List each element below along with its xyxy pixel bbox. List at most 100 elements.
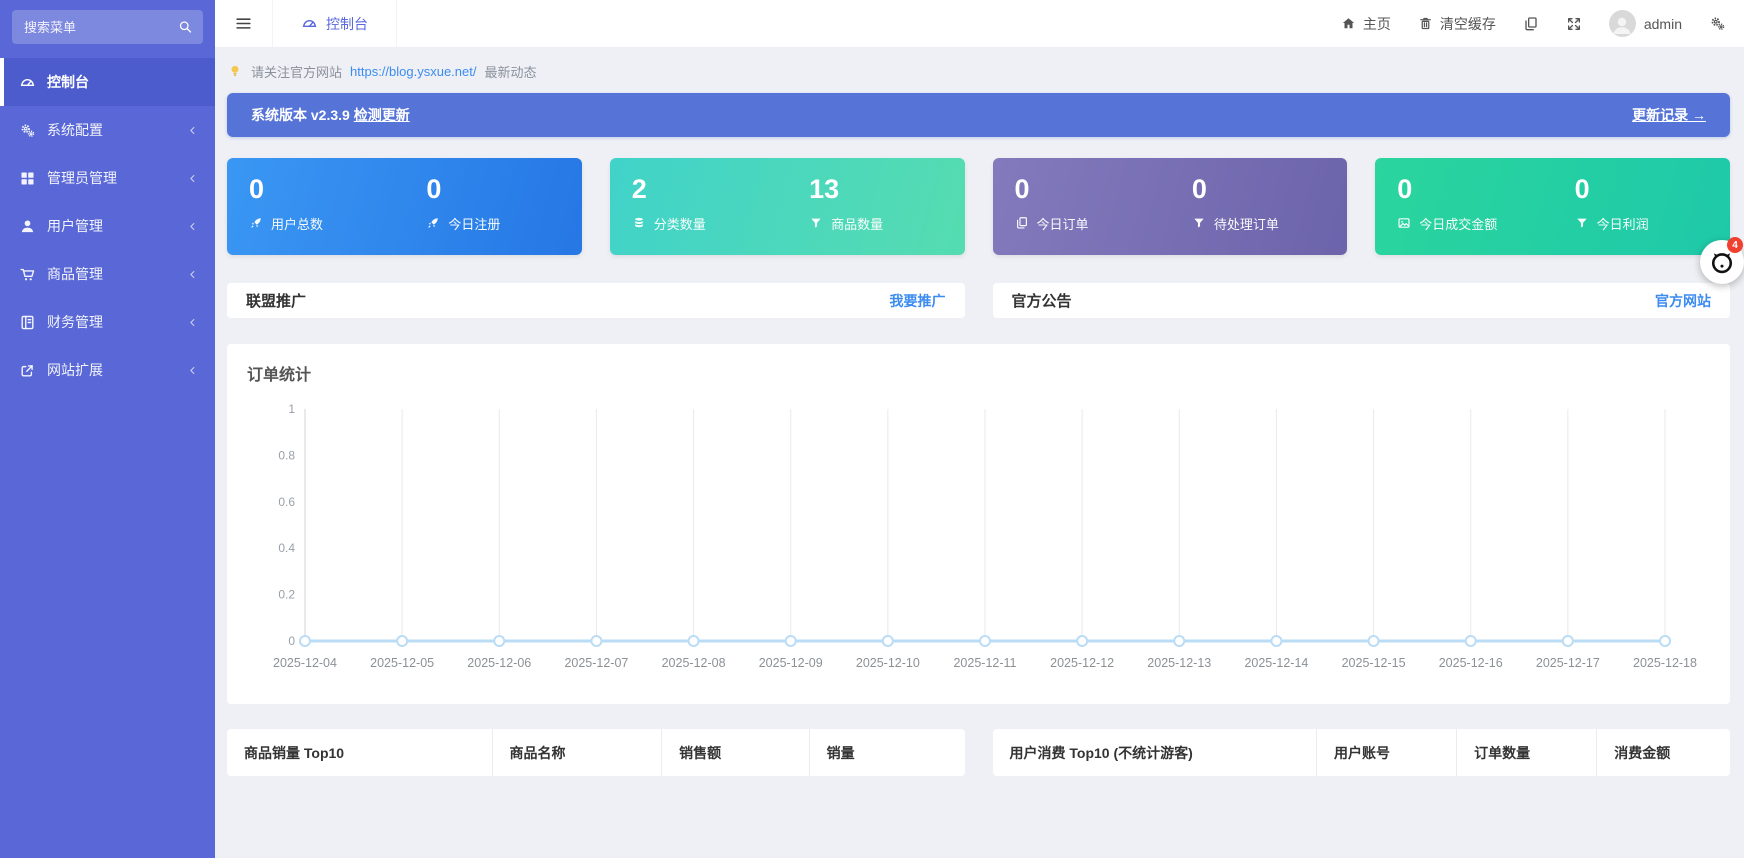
sidebar-item-label: 商品管理: [47, 264, 103, 284]
sidebar-item-label: 网站扩展: [47, 360, 103, 380]
panel-title: 联盟推广: [246, 290, 306, 311]
panel-link[interactable]: 我要推广: [890, 291, 946, 311]
column-header: 订单数量: [1457, 729, 1597, 776]
svg-text:2025-12-18: 2025-12-18: [1633, 656, 1697, 670]
sidebar-item-7[interactable]: 网站扩展: [0, 346, 215, 394]
stat-card-2: 2 分类数量 13商品数量: [610, 158, 965, 255]
metric-label: 用户总数: [271, 214, 323, 233]
metric-value: 0: [1575, 173, 1730, 207]
panel-title: 官方公告: [1012, 290, 1072, 311]
stat-card-3: 0今日订单 0 待处理订单: [993, 158, 1348, 255]
tab-label: 控制台: [326, 14, 368, 34]
settings-button[interactable]: [1709, 15, 1726, 32]
column-header: 消费金额: [1597, 729, 1730, 776]
chevron-left-icon: [186, 124, 199, 137]
notice-prefix: 请关注官方网站: [251, 62, 342, 81]
external-link-icon: [19, 362, 36, 379]
chevron-left-icon: [186, 172, 199, 185]
filter-icon: [809, 216, 823, 230]
chevron-left-icon: [186, 364, 199, 377]
sidebar-toggle-button[interactable]: [215, 14, 272, 33]
documents-button[interactable]: [1523, 16, 1539, 32]
metric: 0 今日成交金额: [1375, 158, 1552, 255]
svg-text:2025-12-12: 2025-12-12: [1050, 656, 1114, 670]
changelog-link[interactable]: 更新记录 →: [1632, 105, 1706, 125]
rocket-icon: [249, 216, 263, 230]
svg-text:0.8: 0.8: [278, 448, 295, 462]
notice-suffix: 最新动态: [484, 62, 536, 81]
cart-icon: [19, 266, 36, 283]
metric-label: 待处理订单: [1214, 214, 1279, 233]
stat-card-1: 0用户总数0今日注册: [227, 158, 582, 255]
sidebar-item-4[interactable]: 用户管理: [0, 202, 215, 250]
table-title: 商品销量 Top10: [227, 729, 493, 776]
order-stats-chart: 00.20.40.60.812025-12-042025-12-052025-1…: [247, 389, 1710, 694]
panels-row: 联盟推广 我要推广 官方公告 官方网站: [227, 283, 1730, 318]
sidebar-item-3[interactable]: 管理员管理: [0, 154, 215, 202]
clear-cache-link[interactable]: 清空缓存: [1418, 14, 1496, 34]
sidebar-item-5[interactable]: 商品管理: [0, 250, 215, 298]
metric: 0今日注册: [404, 158, 581, 255]
column-header: 商品名称: [493, 729, 663, 776]
filter-icon: [1575, 216, 1589, 230]
bulb-icon: [227, 63, 243, 79]
metric-value: 0: [1397, 173, 1552, 207]
version-banner: 系统版本 v2.3.9 检测更新 更新记录 →: [227, 93, 1730, 137]
metric: 0 今日利润: [1553, 158, 1730, 255]
panel-link[interactable]: 官方网站: [1655, 291, 1711, 311]
metric-label: 今日订单: [1037, 214, 1089, 233]
burger-icon: [234, 14, 253, 33]
line-chart-canvas: 00.20.40.60.812025-12-042025-12-052025-1…: [247, 389, 1710, 689]
metric-label: 今日成交金额: [1419, 214, 1497, 233]
svg-text:2025-12-07: 2025-12-07: [564, 656, 628, 670]
image-icon: [1397, 216, 1411, 230]
svg-text:2025-12-15: 2025-12-15: [1342, 656, 1406, 670]
user-menu[interactable]: admin: [1609, 10, 1682, 37]
cogs-icon: [1709, 15, 1726, 32]
search-button[interactable]: [176, 18, 195, 37]
tables-row: 商品销量 Top10商品名称销售额销量用户消费 Top10 (不统计游客)用户账…: [227, 729, 1730, 776]
svg-text:1: 1: [288, 402, 295, 416]
notification-badge: 4: [1727, 237, 1743, 253]
cogs-icon: [19, 122, 36, 139]
metric: 0今日订单: [993, 158, 1170, 255]
main-area: 控制台 主页 清空缓存 admin 请关注官方网站 https://blog.y…: [215, 0, 1744, 858]
sidebar-item-label: 控制台: [47, 72, 89, 92]
svg-text:2025-12-08: 2025-12-08: [662, 656, 726, 670]
filter-icon: [1192, 216, 1206, 230]
metric: 0 待处理订单: [1170, 158, 1347, 255]
sidebar-item-label: 用户管理: [47, 216, 103, 236]
home-label: 主页: [1363, 14, 1391, 34]
fullscreen-button[interactable]: [1566, 16, 1582, 32]
version-text: 系统版本 v2.3.9: [251, 105, 354, 125]
metric-value: 2: [632, 173, 787, 207]
metric-label: 今日利润: [1597, 214, 1649, 233]
sidebar-item-label: 管理员管理: [47, 168, 117, 188]
notice-link[interactable]: https://blog.ysxue.net/: [350, 64, 476, 79]
gauge-icon: [19, 74, 36, 91]
metric-value: 0: [1192, 173, 1347, 207]
table-1: 商品销量 Top10商品名称销售额销量: [227, 729, 965, 776]
metric-label: 分类数量: [654, 214, 706, 233]
grid-icon: [19, 170, 36, 187]
sidebar-item-1[interactable]: 控制台: [0, 58, 215, 106]
customer-service-float-button[interactable]: 4: [1700, 240, 1744, 284]
svg-text:0: 0: [288, 634, 295, 648]
sidebar-item-label: 财务管理: [47, 312, 103, 332]
home-link[interactable]: 主页: [1341, 14, 1391, 34]
check-update-link[interactable]: 检测更新: [354, 105, 410, 125]
tab-console[interactable]: 控制台: [272, 0, 397, 47]
sidebar-item-label: 系统配置: [47, 120, 103, 140]
metric-value: 13: [809, 173, 964, 207]
search-input[interactable]: [12, 10, 203, 44]
metric: 13商品数量: [787, 158, 964, 255]
documents-icon: [1015, 216, 1029, 230]
book-icon: [19, 314, 36, 331]
panel-1: 联盟推广 我要推广: [227, 283, 965, 318]
sidebar-item-6[interactable]: 财务管理: [0, 298, 215, 346]
svg-text:2025-12-05: 2025-12-05: [370, 656, 434, 670]
sidebar-item-2[interactable]: 系统配置: [0, 106, 215, 154]
svg-text:2025-12-06: 2025-12-06: [467, 656, 531, 670]
svg-text:2025-12-13: 2025-12-13: [1147, 656, 1211, 670]
database-icon: [632, 216, 646, 230]
